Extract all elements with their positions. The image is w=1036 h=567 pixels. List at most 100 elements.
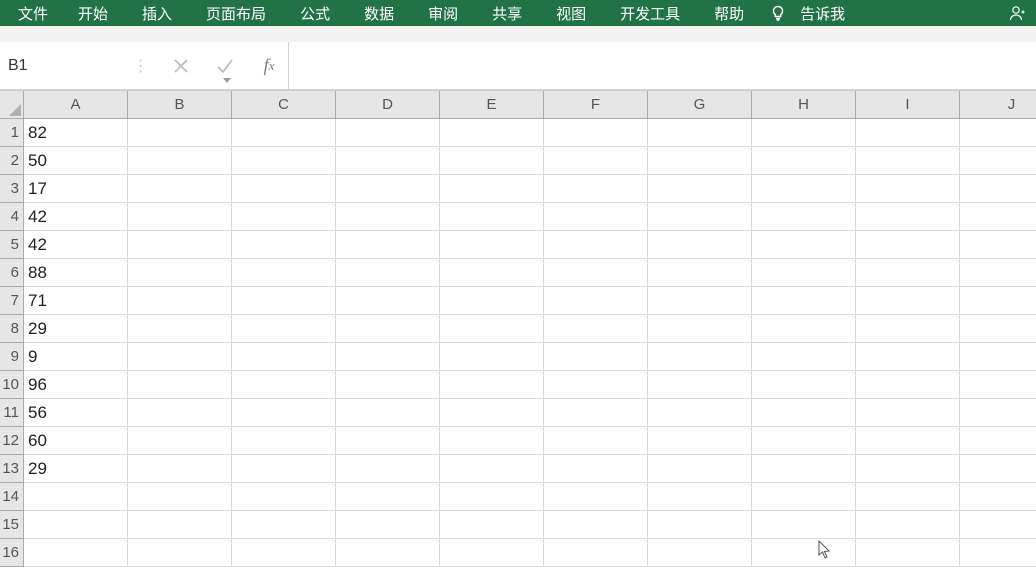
cell[interactable] [856,287,960,315]
cell[interactable] [856,371,960,399]
cell[interactable] [440,175,544,203]
cell[interactable] [960,483,1036,511]
cell[interactable] [960,231,1036,259]
cell[interactable] [232,483,336,511]
cell[interactable] [440,399,544,427]
cell[interactable]: 71 [24,287,128,315]
cell[interactable] [24,539,128,567]
cell[interactable] [960,539,1036,567]
row-header[interactable]: 13 [0,455,24,483]
cell[interactable] [440,427,544,455]
cell[interactable] [544,119,648,147]
row-header[interactable]: 14 [0,483,24,511]
cell[interactable] [24,483,128,511]
column-header[interactable]: A [24,91,128,119]
cell[interactable] [648,371,752,399]
cell[interactable] [856,259,960,287]
cell[interactable] [336,427,440,455]
cell[interactable] [856,343,960,371]
tab-data[interactable]: 数据 [350,0,408,27]
cell[interactable] [232,231,336,259]
cell[interactable] [232,371,336,399]
cell[interactable]: 96 [24,371,128,399]
cell[interactable]: 42 [24,231,128,259]
cell[interactable] [128,399,232,427]
tab-insert[interactable]: 插入 [128,0,186,27]
cell[interactable] [232,147,336,175]
column-header[interactable]: E [440,91,544,119]
cell[interactable] [648,427,752,455]
cell[interactable] [856,175,960,203]
cell[interactable] [856,427,960,455]
cell[interactable] [648,231,752,259]
row-header[interactable]: 1 [0,119,24,147]
cell[interactable] [544,287,648,315]
cell[interactable] [336,259,440,287]
cell[interactable] [544,483,648,511]
cell[interactable] [544,343,648,371]
cell[interactable] [648,455,752,483]
cell[interactable]: 29 [24,315,128,343]
cell[interactable] [440,231,544,259]
cell[interactable] [648,315,752,343]
formula-input[interactable] [289,42,1036,89]
cell[interactable] [856,203,960,231]
column-header[interactable]: D [336,91,440,119]
cell[interactable] [856,483,960,511]
cell[interactable] [648,175,752,203]
cell[interactable] [752,539,856,567]
cell[interactable] [440,539,544,567]
cell[interactable] [648,511,752,539]
cell[interactable] [440,259,544,287]
row-header[interactable]: 10 [0,371,24,399]
cell[interactable] [24,511,128,539]
cell[interactable] [440,119,544,147]
cell[interactable] [128,315,232,343]
select-all-corner[interactable] [0,91,24,119]
cell[interactable] [440,147,544,175]
cell[interactable] [648,119,752,147]
cell[interactable] [856,539,960,567]
cell[interactable] [856,231,960,259]
cell[interactable] [544,315,648,343]
cell[interactable] [336,147,440,175]
cell[interactable]: 82 [24,119,128,147]
cell[interactable] [752,119,856,147]
row-header[interactable]: 11 [0,399,24,427]
cell[interactable] [648,399,752,427]
cell[interactable] [232,175,336,203]
cell[interactable] [544,455,648,483]
cell[interactable] [856,119,960,147]
cell[interactable] [232,539,336,567]
cell[interactable]: 60 [24,427,128,455]
cell[interactable] [440,455,544,483]
tab-home[interactable]: 开始 [64,0,122,27]
cell[interactable] [752,231,856,259]
cell[interactable] [856,511,960,539]
cell[interactable] [960,455,1036,483]
column-header[interactable]: J [960,91,1036,119]
cell[interactable] [544,427,648,455]
cell[interactable] [336,287,440,315]
row-header[interactable]: 6 [0,259,24,287]
cell[interactable] [440,343,544,371]
drag-handle-icon[interactable]: ⋮ [128,42,150,89]
tab-formulas[interactable]: 公式 [286,0,344,27]
cell[interactable] [232,119,336,147]
cell[interactable] [232,427,336,455]
cell[interactable] [752,175,856,203]
row-header[interactable]: 5 [0,231,24,259]
cell[interactable] [232,203,336,231]
cell[interactable] [336,175,440,203]
cell[interactable] [128,511,232,539]
row-header[interactable]: 2 [0,147,24,175]
cell[interactable] [232,511,336,539]
row-header[interactable]: 8 [0,315,24,343]
cell[interactable] [128,287,232,315]
tell-me-button[interactable]: 告诉我 [798,0,859,27]
cell[interactable] [440,371,544,399]
lightbulb-icon[interactable] [764,5,792,21]
row-header[interactable]: 15 [0,511,24,539]
column-header[interactable]: F [544,91,648,119]
cell[interactable] [856,399,960,427]
